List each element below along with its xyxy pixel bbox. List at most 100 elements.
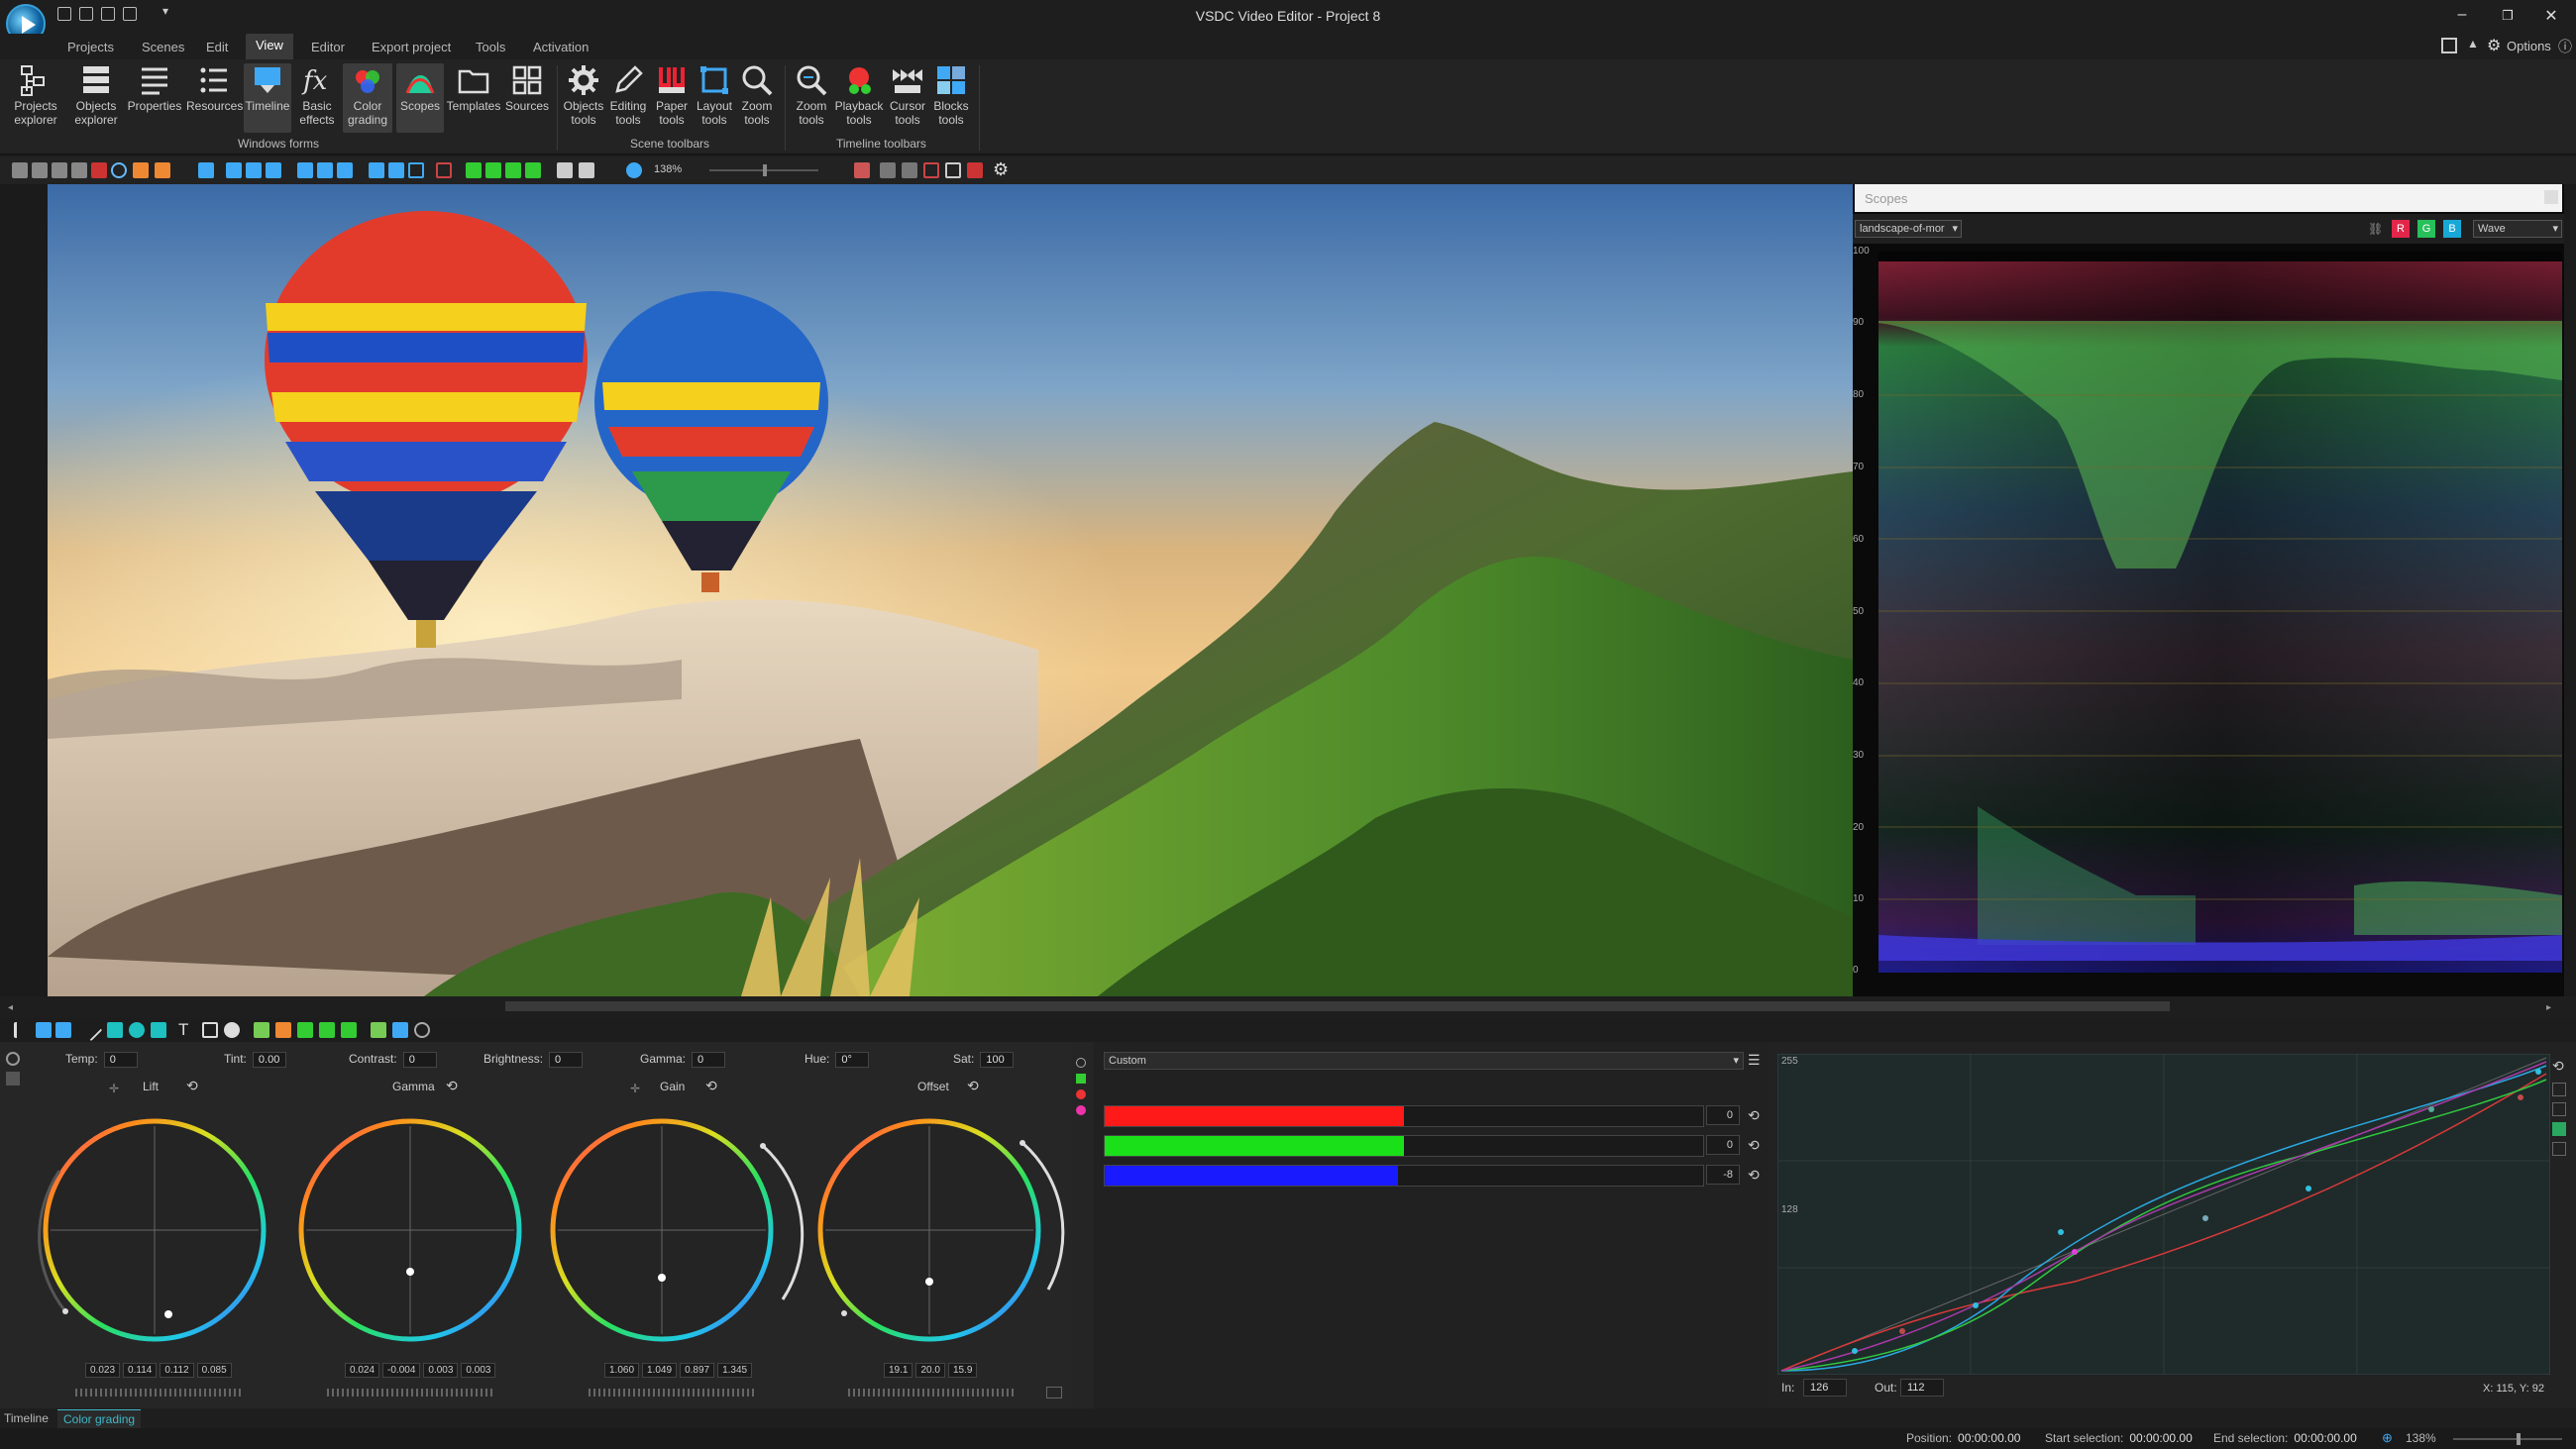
image-icon[interactable] [297, 1022, 313, 1038]
lift-value[interactable]: 0.112 [160, 1363, 194, 1378]
green-icon[interactable] [1076, 1074, 1086, 1084]
copy-icon[interactable] [32, 162, 48, 178]
menu-tools[interactable]: Tools [476, 40, 505, 54]
reset-curves-icon[interactable]: ⟲ [2552, 1058, 2568, 1075]
align-bottom-icon[interactable] [337, 162, 353, 178]
curve-in-input[interactable]: 126 [1803, 1379, 1847, 1397]
chart-icon[interactable] [254, 1022, 269, 1038]
ellipse-icon[interactable] [111, 162, 127, 178]
gamma-value[interactable]: 0.003 [423, 1363, 459, 1378]
reset-red-icon[interactable]: ⟲ [1748, 1107, 1760, 1124]
gamma-value[interactable]: -0.004 [382, 1363, 421, 1378]
send-back-icon[interactable] [525, 162, 541, 178]
ungroup-icon[interactable] [579, 162, 594, 178]
video-preview[interactable] [48, 184, 1853, 996]
offset-value[interactable]: 19.1 [884, 1363, 913, 1378]
templates-button[interactable]: Templates [446, 63, 501, 113]
reset-lift-icon[interactable]: ⟲ [186, 1078, 198, 1094]
sprite-icon[interactable] [319, 1022, 335, 1038]
channel-g-toggle[interactable]: G [2417, 220, 2435, 238]
eyedropper-icon[interactable] [1076, 1058, 1086, 1068]
red-value[interactable]: 0 [1706, 1105, 1740, 1125]
align-top-icon[interactable] [297, 162, 313, 178]
group-icon[interactable] [557, 162, 573, 178]
curve-g-toggle[interactable] [2552, 1122, 2566, 1136]
distribute-v-icon[interactable] [388, 162, 404, 178]
menu-projects[interactable]: Projects [67, 40, 114, 54]
gamma-value[interactable]: 0.024 [345, 1363, 380, 1378]
ellipse-shape-icon[interactable] [129, 1022, 145, 1038]
cut-icon[interactable] [12, 162, 28, 178]
crosshair-icon[interactable]: ✛ [109, 1082, 119, 1095]
lift-master-slider[interactable] [75, 1389, 244, 1397]
gamma-value[interactable]: 0.003 [461, 1363, 496, 1378]
motion-icon[interactable] [392, 1022, 408, 1038]
menu-edit[interactable]: Edit [206, 40, 228, 54]
sat-input[interactable]: 100 [980, 1052, 1015, 1068]
rgb-icon[interactable] [1076, 1089, 1086, 1099]
delete-icon[interactable] [71, 162, 87, 178]
preview-horizontal-scrollbar[interactable]: ◂ ▸ [0, 996, 2576, 1018]
snapshot-icon[interactable] [854, 162, 870, 178]
rgb-curves-graph[interactable] [1777, 1054, 2550, 1375]
zoom-level[interactable]: 138% [654, 163, 682, 175]
reset-gain-icon[interactable]: ⟲ [705, 1078, 717, 1094]
preset-select[interactable]: Custom ▾ [1104, 1052, 1744, 1070]
send-backward-icon[interactable] [485, 162, 501, 178]
basic-effects-button[interactable]: fx Basic effects [293, 63, 341, 127]
frame-icon[interactable] [436, 162, 452, 178]
scopes-button[interactable]: Scopes [396, 63, 444, 133]
close-button[interactable]: ✕ [2536, 6, 2566, 26]
gain-master-slider[interactable] [589, 1389, 757, 1397]
pointer-icon[interactable] [14, 1022, 30, 1038]
paste-icon[interactable] [52, 162, 67, 178]
editing-tools-button[interactable]: Editing tools [606, 63, 650, 127]
minimize-button[interactable]: – [2447, 6, 2477, 24]
properties-button[interactable]: Properties [127, 63, 182, 113]
green-value[interactable]: 0 [1706, 1135, 1740, 1155]
move-icon[interactable] [414, 1022, 430, 1038]
blue-value[interactable]: -8 [1706, 1165, 1740, 1185]
cursor-tools-button[interactable]: Cursor tools [886, 63, 929, 127]
paper-tools-button[interactable]: Paper tools [650, 63, 694, 127]
grid-icon[interactable] [198, 162, 214, 178]
zoom-fit-icon[interactable] [626, 162, 642, 178]
gain-value[interactable]: 0.897 [680, 1363, 715, 1378]
expand-icon[interactable] [1046, 1387, 1062, 1398]
hsl-icon[interactable] [1076, 1105, 1086, 1115]
zoom-slider-thumb[interactable] [763, 164, 767, 176]
layout-tools-button[interactable]: Layout tools [694, 63, 735, 127]
blue-slider[interactable] [1104, 1165, 1704, 1187]
lift-value[interactable]: 0.085 [196, 1363, 232, 1378]
undo-icon[interactable] [133, 162, 149, 178]
line-icon[interactable] [79, 1018, 103, 1042]
timeline-zoom-tools-button[interactable]: Zoom tools [791, 63, 832, 127]
bring-forward-icon[interactable] [466, 162, 482, 178]
audio-icon[interactable] [55, 1022, 71, 1038]
record-icon[interactable] [91, 162, 107, 178]
align-right-icon[interactable] [266, 162, 281, 178]
guides-icon[interactable] [923, 162, 939, 178]
resources-button[interactable]: Resources [186, 63, 243, 113]
curve-r-toggle[interactable] [2552, 1102, 2566, 1116]
gamma-master-slider[interactable] [327, 1389, 495, 1397]
playback-tools-button[interactable]: Playback tools [834, 63, 884, 127]
close-icon[interactable] [2544, 190, 2558, 204]
curve-rgb-toggle[interactable] [2552, 1083, 2566, 1096]
speech-bubble-icon[interactable] [224, 1022, 240, 1038]
scroll-thumb[interactable] [505, 1001, 2170, 1011]
restore-button[interactable]: ❐ [2493, 8, 2522, 24]
menu-scenes[interactable]: Scenes [142, 40, 184, 54]
tab-color-grading[interactable]: Color grading [57, 1409, 142, 1428]
magnet-icon[interactable] [967, 162, 983, 178]
distribute-h-icon[interactable] [369, 162, 384, 178]
link-icon[interactable]: ⛓ [2368, 222, 2383, 236]
layout-icon[interactable] [2441, 38, 2457, 53]
split-view-icon[interactable] [6, 1072, 20, 1086]
green-slider[interactable] [1104, 1135, 1704, 1157]
gain-wheel[interactable] [550, 1118, 805, 1342]
options-button[interactable]: Options [2507, 39, 2551, 53]
scroll-right-icon[interactable]: ▸ [2546, 1002, 2551, 1013]
menu-editor[interactable]: Editor [311, 40, 345, 54]
same-size-icon[interactable] [408, 162, 424, 178]
